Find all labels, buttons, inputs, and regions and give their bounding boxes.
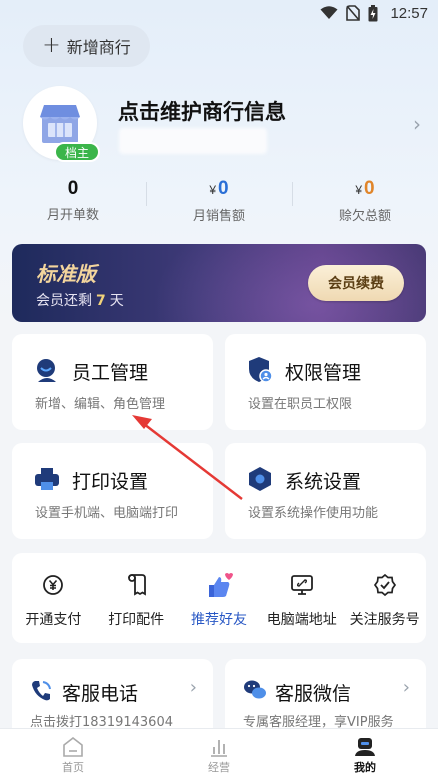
tab-home[interactable]: 首页 <box>0 729 146 780</box>
thumb-heart-icon <box>178 571 261 599</box>
print-settings-card[interactable]: 打印设置 设置手机端、电脑端打印 <box>12 443 213 539</box>
wechat-icon <box>243 679 267 705</box>
stat-credit-value: ¥0 <box>355 178 375 199</box>
customer-service-phone-card[interactable]: 客服电话 › 点击拨打18319143604 <box>12 659 213 739</box>
status-bar: 12:57 <box>0 0 438 26</box>
add-shop-label: 新增商行 <box>66 38 131 57</box>
shield-user-icon <box>247 356 273 388</box>
monitor-link-icon <box>260 571 343 599</box>
payment-icon <box>12 571 95 599</box>
service-wechat-title: 客服微信 <box>275 683 352 705</box>
bottom-tab-bar: 首页 经营 我的 <box>0 728 438 780</box>
shop-title: 点击维护商行信息 <box>118 100 286 124</box>
print-card-title: 打印设置 <box>72 471 149 493</box>
chevron-right-icon: › <box>189 677 197 698</box>
hexagon-gear-icon <box>247 466 273 496</box>
verified-badge-icon <box>343 571 426 599</box>
plus-icon: + <box>42 33 61 58</box>
print-card-desc: 设置手机端、电脑端打印 <box>35 506 179 521</box>
system-settings-card[interactable]: 系统设置 设置系统操作使用功能 <box>225 443 426 539</box>
stat-credit-label: 赊欠总额 <box>338 209 391 224</box>
wifi-icon <box>320 6 338 20</box>
quick-follow-account-label: 关注服务号 <box>349 612 420 628</box>
paper-roll-icon <box>95 571 178 599</box>
service-phone-title: 客服电话 <box>62 683 139 705</box>
printer-icon <box>34 466 60 496</box>
quick-follow-account[interactable]: 关注服务号 <box>343 553 426 643</box>
quick-open-payment-label: 开通支付 <box>25 612 82 628</box>
tab-business[interactable]: 经营 <box>146 729 292 780</box>
permission-card-desc: 设置在职员工权限 <box>248 397 353 412</box>
membership-remain: 会员还剩 7 天 <box>36 293 124 309</box>
membership-banner: 标准版 会员还剩 7 天 会员续费 <box>12 244 426 322</box>
stat-orders-value: 0 <box>67 178 79 199</box>
stat-orders-label: 月开单数 <box>46 208 99 223</box>
home-icon <box>63 737 83 757</box>
phone-icon <box>30 679 52 707</box>
quick-actions: 开通支付 打印配件 推荐好友 电脑端地址 关注服务号 <box>12 553 426 643</box>
renew-membership-button[interactable]: 会员续费 <box>308 265 404 301</box>
stat-sales-value: ¥0 <box>209 178 229 199</box>
quick-recommend-friends[interactable]: 推荐好友 <box>178 553 261 643</box>
tab-mine[interactable]: 我的 <box>292 729 438 780</box>
chevron-right-icon: › <box>402 677 410 698</box>
quick-recommend-friends-label: 推荐好友 <box>190 612 247 628</box>
customer-service-wechat-card[interactable]: 客服微信 › 专属客服经理，享VIP服务 <box>225 659 426 739</box>
stats-row: 0 月开单数 ¥0 月销售额 ¥0 赊欠总额 <box>0 176 438 226</box>
system-card-title: 系统设置 <box>285 471 362 493</box>
permission-card-title: 权限管理 <box>285 362 362 384</box>
stat-sales-label: 月销售额 <box>192 209 245 224</box>
battery-icon <box>368 4 378 22</box>
staff-icon <box>34 358 60 388</box>
quick-open-payment[interactable]: 开通支付 <box>12 553 95 643</box>
system-card-desc: 设置系统操作使用功能 <box>248 506 379 521</box>
membership-tier: 标准版 <box>36 262 96 286</box>
tab-mine-label: 我的 <box>354 761 376 774</box>
tab-home-label: 首页 <box>62 761 84 774</box>
tab-business-label: 经营 <box>208 761 230 774</box>
staff-card-desc: 新增、编辑、角色管理 <box>35 397 166 412</box>
quick-print-accessories[interactable]: 打印配件 <box>95 553 178 643</box>
add-shop-button[interactable]: + 新增商行 <box>23 25 150 67</box>
status-time: 12:57 <box>390 4 428 22</box>
staff-card-title: 员工管理 <box>72 362 149 384</box>
bar-chart-icon <box>211 740 227 757</box>
stat-orders[interactable]: 0 月开单数 <box>0 176 146 226</box>
profile-icon <box>355 738 375 756</box>
shop-subtitle-redacted <box>119 128 267 154</box>
chevron-right-icon: › <box>413 112 421 136</box>
stat-sales[interactable]: ¥0 月销售额 <box>146 176 292 226</box>
permission-management-card[interactable]: 权限管理 设置在职员工权限 <box>225 334 426 430</box>
quick-pc-address[interactable]: 电脑端地址 <box>260 553 343 643</box>
stat-credit[interactable]: ¥0 赊欠总额 <box>292 176 438 226</box>
no-sim-icon <box>346 5 361 21</box>
quick-print-accessories-label: 打印配件 <box>108 612 165 628</box>
storefront-icon <box>40 105 80 143</box>
shop-profile[interactable]: 档主 点击维护商行信息 › <box>23 86 423 166</box>
owner-badge: 档主 <box>54 142 100 162</box>
quick-pc-address-label: 电脑端地址 <box>266 612 337 628</box>
staff-management-card[interactable]: 员工管理 新增、编辑、角色管理 <box>12 334 213 430</box>
